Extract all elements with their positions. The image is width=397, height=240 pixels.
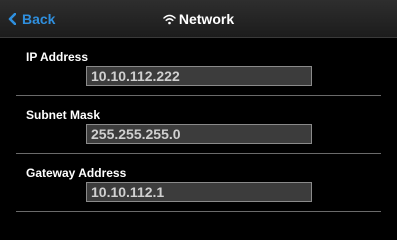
title-bar: Back Network	[0, 0, 397, 38]
ip-address-label: IP Address	[26, 50, 89, 64]
gateway-address-label: Gateway Address	[26, 166, 127, 180]
subnet-mask-label: Subnet Mask	[26, 108, 101, 122]
back-label: Back	[22, 11, 56, 27]
page-title: Network	[0, 0, 397, 38]
gateway-address-group: Gateway Address	[16, 154, 381, 212]
subnet-mask-input[interactable]	[86, 124, 312, 144]
wifi-icon	[163, 14, 176, 24]
ip-address-group: IP Address	[16, 38, 381, 96]
back-button[interactable]: Back	[8, 0, 55, 38]
page-title-text: Network	[178, 11, 235, 27]
ip-address-input[interactable]	[86, 66, 312, 86]
gateway-address-input[interactable]	[86, 182, 312, 202]
subnet-mask-group: Subnet Mask	[16, 96, 381, 154]
network-settings: IP Address Subnet Mask Gateway Address	[16, 38, 381, 212]
chevron-left-icon	[8, 13, 16, 25]
